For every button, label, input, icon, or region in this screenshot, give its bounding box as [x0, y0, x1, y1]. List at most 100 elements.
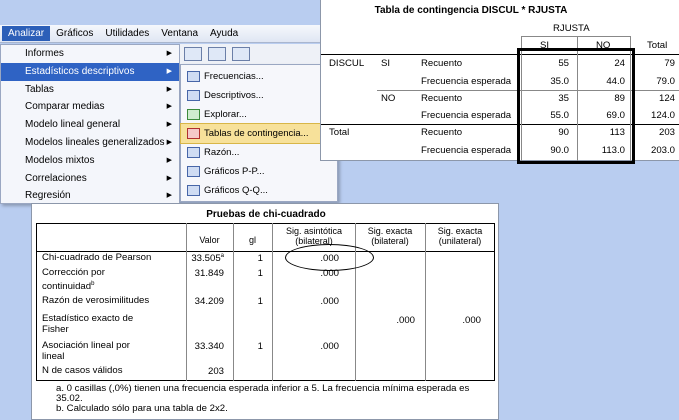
cell-value: 203.0	[650, 145, 675, 156]
menu-item-modelo-lineal-general[interactable]: Modelo lineal general ▶	[1, 116, 179, 134]
cell-value: 33.505a	[186, 253, 224, 264]
menu-item-label: Modelos mixtos	[25, 154, 95, 166]
contingency-table-panel: Tabla de contingencia DISCUL * RJUSTA RJ…	[320, 0, 679, 164]
pp-plot-icon	[187, 166, 200, 177]
row-label: Asociación lineal por lineal	[42, 340, 130, 362]
menu-item-modelos-lineales-generalizados[interactable]: Modelos lineales generalizados ▶	[1, 134, 179, 152]
cell-value: .000	[462, 315, 481, 326]
grid-icon[interactable]	[208, 47, 226, 61]
scale-icon[interactable]	[232, 47, 250, 61]
row-group-label: SI	[381, 58, 391, 69]
submenu-arrow-icon: ▶	[166, 85, 172, 93]
menu-ayuda[interactable]: Ayuda	[204, 26, 244, 41]
highlight-box	[517, 48, 635, 164]
header-sig-exacta-bilateral: Sig. exacta (bilateral)	[367, 226, 413, 246]
menu-utilidades[interactable]: Utilidades	[99, 26, 155, 41]
header-valor: Valor	[199, 235, 220, 245]
cell-value: .000	[396, 315, 415, 326]
cell-value: .000	[320, 341, 339, 352]
divider	[494, 223, 495, 381]
row-stat-label: Recuento	[421, 127, 463, 138]
submenu-arrow-icon: ▶	[166, 138, 172, 146]
row-label: Estadístico exacto de Fisher	[42, 313, 134, 335]
submenu-item-label: Gráficos Q-Q...	[204, 185, 268, 196]
menu-item-label: Tablas	[25, 83, 54, 95]
menu-item-label: Estadísticos descriptivos	[25, 65, 135, 77]
submenu-item-razon[interactable]: Razón...	[181, 143, 337, 162]
row-stat-label: Recuento	[421, 58, 463, 69]
row-stat-label: Frecuencia esperada	[421, 76, 512, 87]
menu-item-comparar-medias[interactable]: Comparar medias ▶	[1, 98, 179, 116]
menu-ventana[interactable]: Ventana	[155, 26, 204, 41]
submenu-item-label: Descriptivos...	[204, 90, 264, 101]
submenu-item-label: Tablas de contingencia...	[204, 128, 309, 139]
menu-analizar[interactable]: Analizar	[2, 26, 51, 41]
menu-item-label: Modelos lineales generalizados	[25, 136, 165, 148]
header-gl: gl	[248, 235, 256, 245]
submenu-arrow-icon: ▶	[166, 174, 172, 182]
cell-value: 1	[257, 341, 263, 352]
cell-value: 79.0	[656, 76, 675, 87]
divider	[36, 223, 37, 381]
cell-value: 203	[207, 366, 224, 377]
descriptives-submenu: Frecuencias... Descriptivos... Explorar.…	[180, 64, 338, 202]
submenu-arrow-icon: ▶	[166, 156, 172, 164]
cell-value: 124.0	[650, 110, 675, 121]
chi-square-panel: Pruebas de chi-cuadrado Valor gl Sig. as…	[31, 203, 499, 420]
row-var-label: DISCUL	[329, 58, 365, 69]
frequencies-icon	[187, 71, 200, 82]
cell-value: 33.505	[191, 253, 221, 265]
row-stat-label: Frecuencia esperada	[421, 110, 512, 121]
menu-item-label: Correlaciones	[25, 172, 87, 184]
crosstabs-icon	[187, 128, 200, 139]
footnote-marker: b	[91, 280, 95, 287]
cell-value: 1	[257, 253, 263, 264]
header-sig-exacta-unilateral: Sig. exacta (unilateral)	[437, 226, 483, 246]
ratio-icon	[187, 147, 200, 158]
cell-value: 34.209	[194, 296, 224, 307]
submenu-arrow-icon: ▶	[166, 121, 172, 129]
cell-value: 203	[658, 127, 675, 138]
cell-value: 31.849	[194, 268, 224, 279]
row-group-label: NO	[381, 93, 396, 104]
submenu-item-label: Gráficos P-P...	[204, 166, 265, 177]
descriptives-icon	[187, 90, 200, 101]
row-label: Corrección por continuidadb	[42, 267, 142, 292]
col-var-header: RJUSTA	[553, 23, 590, 34]
menu-item-correlaciones[interactable]: Correlaciones ▶	[1, 170, 179, 188]
divider	[425, 223, 426, 381]
menu-item-label: Regresión	[25, 190, 71, 202]
cell-value: 33.340	[194, 341, 224, 352]
header-sig-asintotica: Sig. asintótica (bilateral)	[285, 226, 343, 246]
table-icon[interactable]	[184, 47, 202, 61]
row-stat-label: Frecuencia esperada	[421, 145, 512, 156]
cell-value: 1	[257, 296, 263, 307]
submenu-item-tablas-contingencia[interactable]: Tablas de contingencia...	[180, 123, 338, 144]
row-stat-label: Recuento	[421, 93, 463, 104]
menu-graficos[interactable]: Gráficos	[50, 26, 99, 41]
menu-item-label: Informes	[25, 48, 64, 59]
submenu-arrow-icon: ▶	[166, 50, 172, 57]
footnote-a: a. 0 casillas (,0%) tienen una frecuenci…	[56, 383, 470, 394]
submenu-item-graficos-qq[interactable]: Gráficos Q-Q...	[181, 181, 337, 200]
explore-icon	[187, 109, 200, 120]
submenu-item-label: Frecuencias...	[204, 71, 264, 82]
qq-plot-icon	[187, 185, 200, 196]
menu-item-label: Comparar medias	[25, 101, 105, 113]
footnote-marker: a	[220, 253, 224, 259]
menu-item-modelos-mixtos[interactable]: Modelos mixtos ▶	[1, 152, 179, 170]
total-row-label: Total	[329, 127, 350, 138]
row-label-text: Corrección por continuidad	[42, 267, 105, 292]
submenu-item-label: Razón...	[204, 147, 240, 158]
menu-item-informes[interactable]: Informes ▶	[1, 45, 179, 63]
cell-value: 79	[664, 58, 675, 69]
highlight-ellipse	[285, 244, 374, 271]
menu-bar: Analizar Gráficos Utilidades Ventana Ayu…	[0, 25, 320, 43]
col-header-total: Total	[647, 40, 668, 51]
menu-item-tablas[interactable]: Tablas ▶	[1, 81, 179, 99]
menu-item-estadisticos-descriptivos[interactable]: Estadísticos descriptivos ▶	[1, 62, 179, 81]
submenu-item-descriptivos[interactable]: Descriptivos...	[181, 86, 337, 105]
submenu-item-graficos-pp[interactable]: Gráficos P-P...	[181, 162, 337, 181]
submenu-item-explorar[interactable]: Explorar...	[181, 105, 337, 124]
submenu-item-frecuencias[interactable]: Frecuencias...	[181, 67, 337, 86]
